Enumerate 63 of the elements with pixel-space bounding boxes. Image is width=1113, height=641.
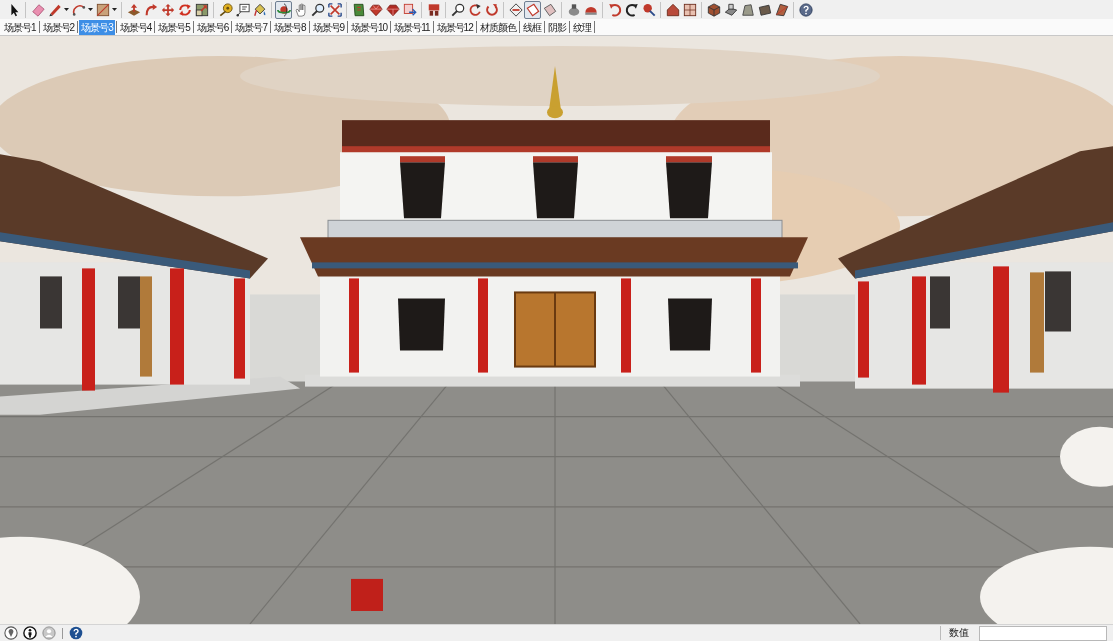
help-icon — [798, 2, 813, 17]
toolbar-button[interactable] — [797, 0, 814, 19]
magnifier-icon — [450, 2, 465, 17]
scene-tab[interactable]: 线框 — [520, 19, 543, 35]
caret-icon — [64, 8, 69, 11]
caret-icon — [88, 8, 93, 11]
scene-tab[interactable]: 场景号6 — [194, 19, 231, 35]
scene-tab[interactable]: 场景号2 — [40, 19, 77, 35]
toolbar-button[interactable] — [217, 0, 234, 19]
gem-icon — [368, 2, 383, 17]
zoom-extents-icon — [327, 2, 342, 17]
person-circle-icon — [23, 626, 37, 640]
scene-tab[interactable]: 场景号11 — [392, 19, 432, 35]
box-arrow-icon — [126, 2, 141, 17]
scene-tab[interactable]: 场景号7 — [233, 19, 269, 35]
panel-icon — [757, 2, 772, 17]
circle-arrow-icon — [484, 2, 499, 17]
scale-icon — [194, 2, 209, 17]
tape-measure-icon — [218, 2, 233, 17]
curved-arrow-icon — [143, 2, 158, 17]
gem-icon — [385, 2, 400, 17]
rectangle-icon — [95, 2, 110, 17]
pencil-icon — [47, 2, 62, 17]
curved-arrow-icon — [467, 2, 482, 17]
curved-arrow-icon — [624, 2, 639, 17]
grid-tile-icon — [682, 2, 697, 17]
pin-icon — [641, 2, 656, 17]
scene-tab[interactable]: 阴影 — [545, 19, 568, 35]
scene-tab[interactable]: 场景号8 — [271, 19, 308, 35]
arc-icon — [71, 2, 86, 17]
hand-icon — [293, 2, 308, 17]
slab-icon — [723, 2, 738, 17]
scene-tab[interactable]: 场景号4 — [117, 19, 154, 35]
scene-tab[interactable]: 场景号10 — [349, 19, 390, 35]
rotate-icon — [177, 2, 192, 17]
toolbar-button[interactable] — [705, 0, 722, 19]
scene-tab[interactable]: 场景号1 — [2, 19, 38, 35]
curved-arrow-icon — [607, 2, 622, 17]
orbit-icon — [276, 2, 291, 17]
plane-icon — [774, 2, 789, 17]
paint-bucket-icon — [252, 2, 267, 17]
move-arrows-icon — [160, 2, 175, 17]
help-icon — [69, 626, 83, 640]
sheet-arrow-icon — [402, 2, 417, 17]
stone-icon — [740, 2, 755, 17]
scene-tab[interactable]: 场景号12 — [434, 19, 475, 35]
tilted-box-icon — [525, 2, 540, 17]
eraser-icon — [30, 2, 45, 17]
caret-icon — [112, 8, 117, 11]
cube-icon — [706, 2, 721, 17]
scene-tab[interactable]: 场景号5 — [156, 19, 192, 35]
book-icon — [351, 2, 366, 17]
magnifier-icon — [310, 2, 325, 17]
blocks-icon — [426, 2, 441, 17]
text-label-icon — [235, 2, 250, 17]
scene-tab[interactable]: 场景号9 — [310, 19, 347, 35]
scene-tab[interactable]: 材质颜色 — [477, 19, 518, 35]
tilted-box-icon — [542, 2, 557, 17]
measurements-field[interactable] — [979, 625, 1107, 641]
scene-tab[interactable]: 纹理 — [570, 19, 593, 35]
location-pin-icon — [4, 626, 18, 640]
pot-icon — [566, 2, 581, 17]
house-icon — [665, 2, 680, 17]
